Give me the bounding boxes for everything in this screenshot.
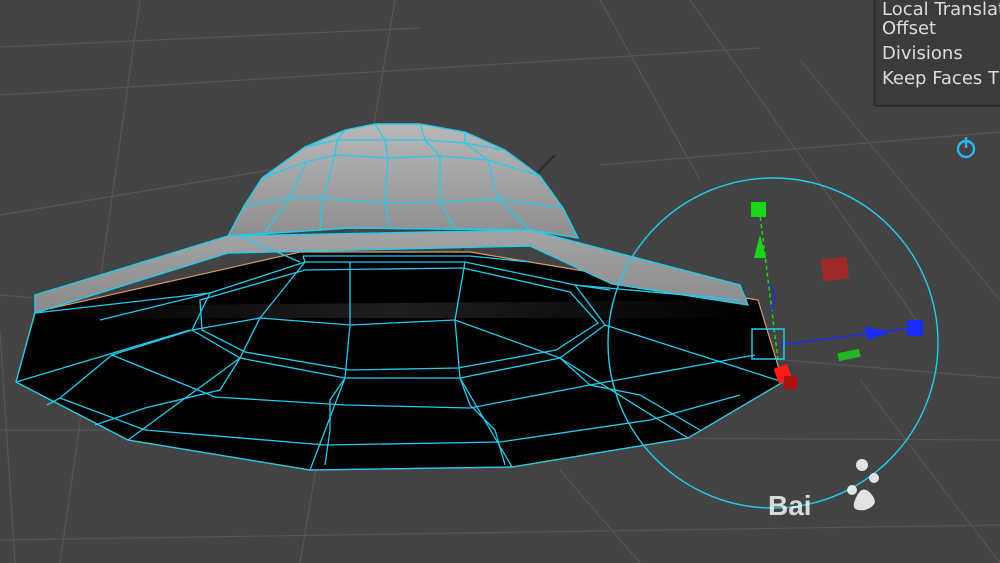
watermark-text: Bai [768,490,812,521]
3d-viewport[interactable]: Bai Local Translat Offset Divisions Keep… [0,0,1000,563]
y-axis-end[interactable] [751,202,766,217]
attr-local-translate[interactable]: Local Translat [882,0,1000,20]
z-axis-end-shadow [784,376,797,389]
rotation-hint [769,284,776,313]
x-axis-arrow[interactable] [865,326,890,340]
xz-plane-handle[interactable] [837,348,861,362]
attr-divisions[interactable]: Divisions [882,43,963,64]
plane-handle[interactable] [820,256,850,282]
saucer-mesh[interactable] [15,123,784,471]
viewport-scene[interactable]: Bai [0,0,1000,563]
x-axis-end[interactable] [907,320,923,336]
power-icon [956,137,976,159]
watermark-logo [847,459,879,511]
saucer-dome[interactable] [226,123,580,239]
pivot-toggle-button[interactable] [953,134,979,160]
attr-offset[interactable]: Offset [882,18,936,39]
attribute-panel: Local Translat Offset Divisions Keep Fac… [874,0,1000,106]
attr-keep-faces-together[interactable]: Keep Faces T [882,68,999,89]
x-axis-handle[interactable] [779,327,911,346]
